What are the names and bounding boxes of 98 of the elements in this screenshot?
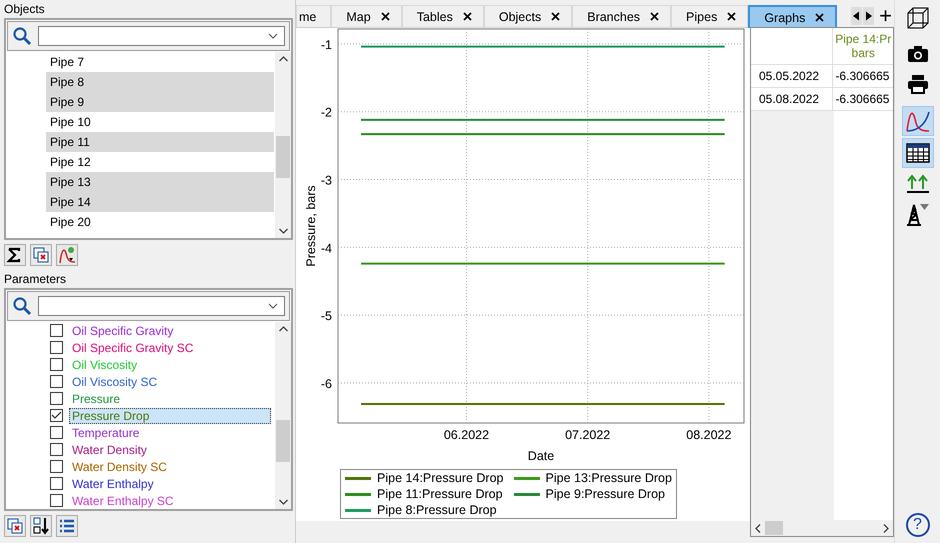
date-cell: 05.05.2022 bbox=[751, 65, 834, 87]
scroll-thumb[interactable] bbox=[276, 136, 290, 178]
search-icon bbox=[12, 296, 32, 316]
chevron-down-icon[interactable] bbox=[278, 499, 288, 505]
parameter-item[interactable]: Pressure Drop bbox=[69, 408, 271, 424]
y-tick-label: -2 bbox=[320, 106, 332, 120]
checkbox[interactable] bbox=[50, 375, 63, 388]
parameter-item[interactable]: Oil Viscosity SC bbox=[69, 374, 271, 390]
checklist-down-icon[interactable] bbox=[30, 515, 52, 537]
curve-icon[interactable] bbox=[902, 106, 934, 136]
checkbox[interactable] bbox=[50, 494, 63, 507]
legend-swatch bbox=[345, 492, 372, 496]
chevron-up-icon[interactable] bbox=[278, 326, 288, 332]
tab-scroll-left-icon[interactable] bbox=[851, 7, 862, 25]
scroll-thumb[interactable] bbox=[765, 521, 783, 535]
chevron-up-icon[interactable] bbox=[278, 56, 288, 62]
object-item[interactable]: Pipe 8 bbox=[46, 72, 274, 92]
chevron-down-icon[interactable] bbox=[278, 228, 288, 234]
checkbox[interactable] bbox=[50, 324, 63, 337]
y-tick-label: -6 bbox=[320, 377, 332, 391]
tab[interactable]: Branches bbox=[572, 5, 672, 27]
legend-swatch bbox=[514, 476, 540, 480]
chevron-down-icon[interactable] bbox=[268, 33, 278, 39]
close-icon[interactable] bbox=[727, 12, 736, 21]
search-combo[interactable] bbox=[38, 26, 285, 46]
date-cell: 05.08.2022 bbox=[751, 88, 834, 110]
parameter-item[interactable]: Oil Specific Gravity bbox=[69, 322, 271, 338]
y-tick-label: -5 bbox=[320, 309, 332, 324]
checkbox[interactable] bbox=[50, 409, 63, 422]
list-icon[interactable] bbox=[56, 515, 78, 537]
close-icon[interactable] bbox=[462, 12, 472, 21]
search-combo[interactable] bbox=[38, 296, 285, 316]
tab[interactable]: Tables bbox=[402, 5, 484, 27]
legend-label: Pipe 8:Pressure Drop bbox=[377, 503, 497, 517]
chevron-down-icon[interactable] bbox=[268, 303, 278, 309]
chevron-right-icon[interactable] bbox=[883, 524, 889, 532]
close-icon[interactable] bbox=[815, 13, 824, 22]
legend-swatch bbox=[345, 508, 372, 512]
tab-scroll-right-icon[interactable] bbox=[863, 7, 874, 25]
checkbox[interactable] bbox=[50, 443, 63, 456]
checkbox[interactable] bbox=[50, 426, 63, 439]
parameter-item[interactable]: Temperature bbox=[69, 424, 271, 440]
clear-icon[interactable] bbox=[4, 515, 26, 537]
object-item[interactable]: Pipe 10 bbox=[46, 112, 274, 132]
parameter-item[interactable]: Water Density SC bbox=[69, 458, 271, 474]
panel-title: Objects bbox=[4, 1, 46, 18]
tab[interactable]: Objects bbox=[484, 5, 572, 27]
object-item[interactable]: Pipe 7 bbox=[46, 52, 274, 72]
x-axis-title: Date bbox=[528, 449, 554, 463]
y-axis-title: Pressure, bars bbox=[304, 185, 318, 267]
checkbox[interactable] bbox=[50, 392, 63, 405]
checkbox[interactable] bbox=[50, 358, 63, 371]
legend-swatch bbox=[345, 476, 372, 480]
scroll-thumb[interactable] bbox=[276, 420, 290, 462]
object-item[interactable]: Pipe 13 bbox=[46, 172, 274, 192]
parameter-item[interactable]: Water Enthalpy SC bbox=[69, 492, 271, 508]
object-item[interactable]: Pipe 12 bbox=[46, 152, 274, 172]
checkbox[interactable] bbox=[50, 341, 63, 354]
close-icon[interactable] bbox=[650, 12, 660, 21]
parameter-item[interactable]: Pressure bbox=[69, 390, 271, 406]
x-tick-label: 06.2022 bbox=[444, 428, 490, 442]
sigma-icon[interactable] bbox=[4, 244, 26, 266]
close-icon[interactable] bbox=[380, 12, 390, 21]
object-item[interactable]: Pipe 20 bbox=[46, 212, 274, 232]
tab[interactable]: me bbox=[296, 5, 332, 27]
search-icon bbox=[12, 26, 32, 46]
close-icon[interactable] bbox=[551, 12, 560, 21]
legend-label: Pipe 11:Pressure Drop bbox=[377, 487, 503, 501]
checkbox[interactable] bbox=[50, 460, 63, 473]
y-tick-label: -3 bbox=[320, 174, 332, 188]
object-item[interactable]: Pipe 9 bbox=[46, 92, 274, 112]
parameter-item[interactable]: Oil Specific Gravity SC bbox=[69, 340, 271, 356]
legend-swatch bbox=[514, 492, 540, 496]
curve-gear-icon[interactable] bbox=[56, 244, 78, 266]
scrollbar[interactable] bbox=[275, 52, 291, 238]
checkbox[interactable] bbox=[50, 477, 63, 490]
legend-label: Pipe 13:Pressure Drop bbox=[546, 471, 672, 485]
table-cell-text: -6.306665 bbox=[834, 68, 890, 85]
legend-label: Pipe 9:Pressure Drop bbox=[546, 487, 666, 501]
clear-icon[interactable] bbox=[30, 244, 52, 266]
chevron-left-icon[interactable] bbox=[755, 524, 761, 532]
legend-label: Pipe 14:Pressure Drop bbox=[377, 471, 504, 485]
column-header: Pipe 14:Pr bars bbox=[834, 31, 892, 62]
parameter-item[interactable]: Water Enthalpy bbox=[69, 476, 271, 492]
y-tick-label: -4 bbox=[320, 241, 332, 256]
help-button[interactable]: ? bbox=[906, 513, 930, 537]
add-tab-button[interactable]: + bbox=[879, 6, 892, 26]
object-item[interactable]: Pipe 11 bbox=[46, 132, 274, 152]
x-tick-label: 07.2022 bbox=[565, 428, 610, 442]
y-tick-label: -1 bbox=[320, 38, 332, 52]
object-item[interactable]: Pipe 14 bbox=[46, 192, 274, 212]
scrollbar[interactable] bbox=[275, 322, 291, 509]
tab[interactable]: Map bbox=[331, 5, 402, 27]
panel-title: Parameters bbox=[4, 271, 68, 288]
table-cell-text: -6.306665 bbox=[834, 91, 890, 108]
parameter-item[interactable]: Water Density bbox=[69, 442, 271, 458]
x-tick-label: 08.2022 bbox=[686, 428, 732, 442]
grid-icon[interactable] bbox=[902, 138, 934, 168]
